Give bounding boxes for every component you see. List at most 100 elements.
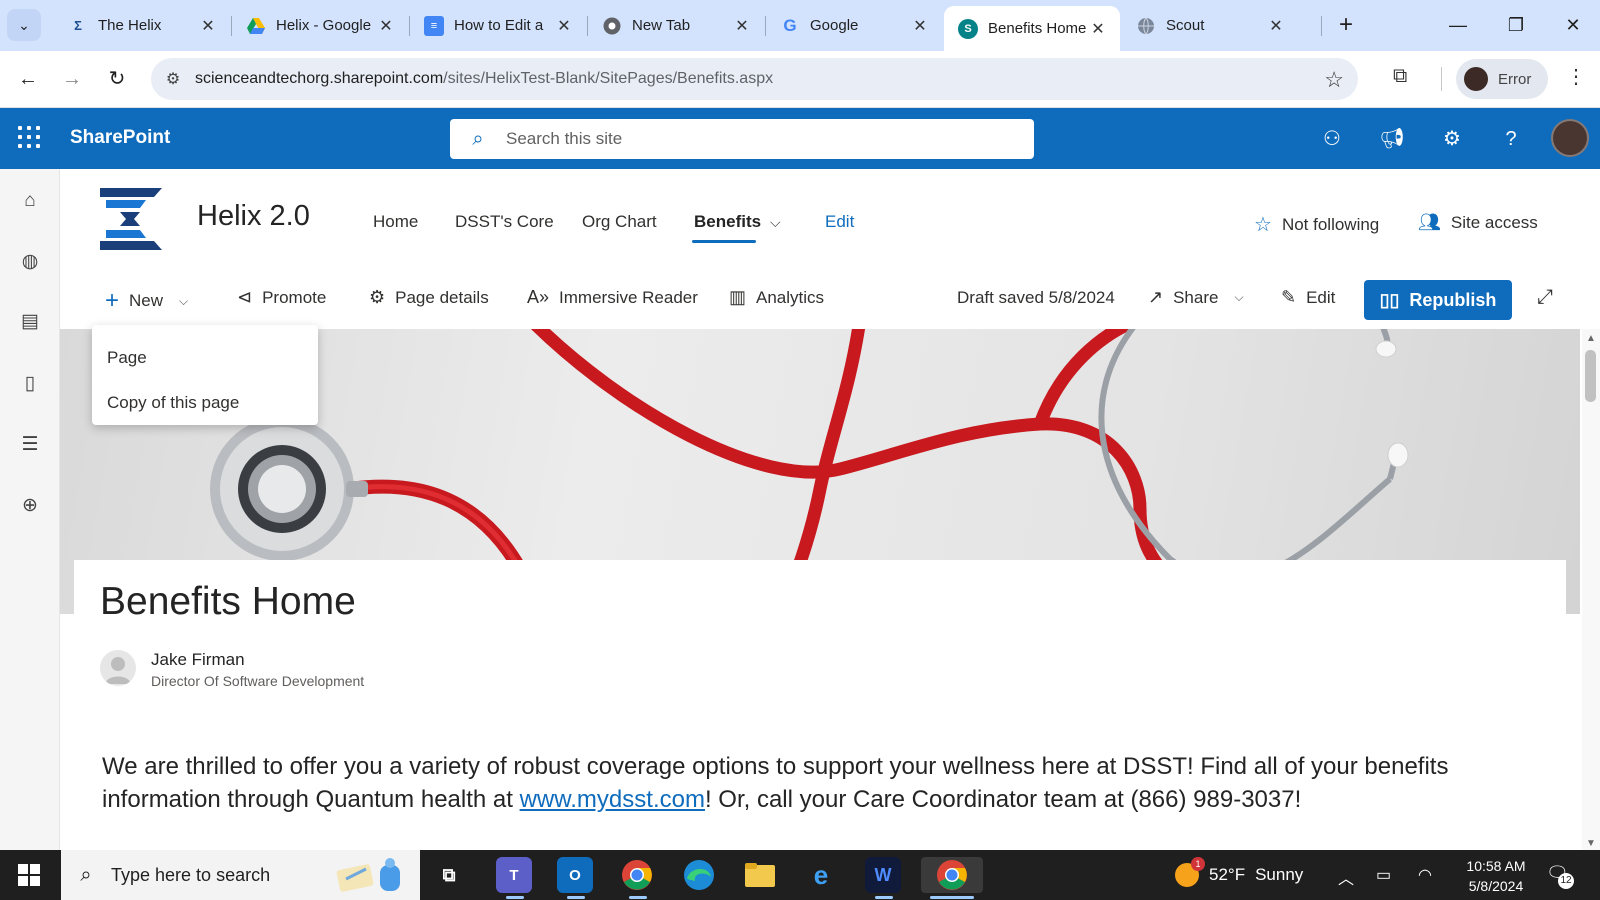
windows-start-icon[interactable] xyxy=(18,864,40,886)
list-icon[interactable]: ☰ xyxy=(17,432,43,458)
chrome-icon[interactable] xyxy=(619,857,655,893)
back-button[interactable]: ← xyxy=(12,63,44,95)
edge-icon[interactable] xyxy=(681,857,717,893)
app-launcher-icon[interactable] xyxy=(18,126,40,148)
edit-page-button[interactable]: ✎ Edit xyxy=(1281,287,1335,308)
battery-icon[interactable]: ▭ xyxy=(1376,865,1391,885)
site-settings-icon[interactable]: ⚙ xyxy=(151,69,195,89)
url-text[interactable]: scienceandtechorg.sharepoint.com/sites/H… xyxy=(195,70,773,88)
notification-icon[interactable]: 🗨︎ 12 xyxy=(1546,863,1574,889)
author-avatar[interactable] xyxy=(100,650,136,686)
nav-edit-link[interactable]: Edit xyxy=(825,212,854,232)
help-icon[interactable]: ? xyxy=(1497,125,1525,153)
helix-logo[interactable] xyxy=(100,188,162,250)
file-explorer-icon[interactable] xyxy=(742,857,778,893)
nav-dsst-core[interactable]: DSST's Core xyxy=(455,212,554,232)
globe-icon[interactable]: ◍ xyxy=(17,249,43,275)
expand-icon[interactable]: ⤢ xyxy=(1537,286,1553,309)
weather-widget[interactable]: 1 52°F Sunny xyxy=(1175,857,1303,887)
taskbar-search-box[interactable]: ⌕ Type here to search xyxy=(61,850,420,900)
profile-button[interactable]: Error xyxy=(1456,59,1548,99)
pencil-icon: ✎ xyxy=(1281,287,1297,307)
page-details-button[interactable]: ⚙ Page details xyxy=(369,287,489,308)
reload-button[interactable]: ↻ xyxy=(101,63,133,95)
immersive-reader-button[interactable]: A» Immersive Reader xyxy=(527,287,698,308)
add-circle-icon[interactable]: ⊕ xyxy=(17,493,43,519)
nav-home[interactable]: Home xyxy=(373,212,418,232)
address-bar[interactable]: ⚙ scienceandtechorg.sharepoint.com/sites… xyxy=(151,58,1358,100)
tab-search-button[interactable]: ⌄ xyxy=(7,9,41,41)
settings-gear-icon[interactable]: ⚙ xyxy=(1438,125,1466,153)
author-role: Director Of Software Development xyxy=(151,673,365,689)
follow-button[interactable]: ☆ Not following xyxy=(1254,212,1379,237)
scrollbar-thumb[interactable] xyxy=(1585,350,1596,402)
webex-icon[interactable]: W xyxy=(865,857,901,893)
chrome-active-window-icon[interactable] xyxy=(921,857,983,893)
author-name[interactable]: Jake Firman xyxy=(151,650,245,670)
scroll-down-arrow-icon[interactable]: ▼ xyxy=(1586,838,1596,849)
restore-button[interactable]: ❐ xyxy=(1488,8,1544,42)
menu-item-page[interactable]: Page xyxy=(92,335,318,380)
minimize-button[interactable]: — xyxy=(1430,8,1486,42)
browser-tab[interactable]: Helix - Google ✕ xyxy=(232,6,408,45)
browser-tab[interactable]: Scout ✕ xyxy=(1122,6,1298,45)
close-tab-icon[interactable]: ✕ xyxy=(376,16,396,36)
site-search-box[interactable]: ⌕ Search this site xyxy=(450,119,1034,159)
internet-explorer-icon[interactable]: e xyxy=(803,857,839,893)
teams-icon[interactable]: T xyxy=(496,857,532,893)
republish-button[interactable]: ▯▯ Republish xyxy=(1364,280,1512,320)
chevron-up-icon[interactable]: ︿ xyxy=(1338,865,1354,889)
taskbar-clock[interactable]: 10:58 AM 5/8/2024 xyxy=(1456,856,1536,896)
extensions-icon[interactable]: ⧉ xyxy=(1393,65,1407,88)
page-scrollbar[interactable] xyxy=(1582,329,1600,850)
task-view-icon[interactable]: ⧉ xyxy=(431,857,467,893)
share-button[interactable]: ↗ Share ⌵ xyxy=(1148,287,1244,308)
arrow-right-icon: → xyxy=(62,68,82,90)
draft-status: Draft saved 5/8/2024 xyxy=(957,288,1115,307)
promote-button[interactable]: ⊲ Promote xyxy=(237,287,326,308)
mydsst-link[interactable]: www.mydsst.com xyxy=(520,786,705,813)
close-tab-icon[interactable]: ✕ xyxy=(1088,19,1108,39)
home-icon[interactable]: ⌂ xyxy=(17,188,43,214)
site-title[interactable]: Helix 2.0 xyxy=(197,200,310,233)
running-indicator xyxy=(567,896,585,899)
wifi-icon[interactable]: ◠ xyxy=(1418,865,1432,885)
outlook-icon[interactable]: O xyxy=(557,857,593,893)
new-button[interactable]: + New ⌵ xyxy=(105,287,188,315)
site-access-button[interactable]: 👥︎ Site access xyxy=(1418,212,1538,233)
sun-icon: 1 xyxy=(1175,857,1205,887)
megaphone-icon[interactable]: 📢︎ xyxy=(1378,125,1406,153)
sharepoint-brand[interactable]: SharePoint xyxy=(70,127,170,149)
browser-tab[interactable]: ≡ How to Edit a ✕ xyxy=(410,6,586,45)
browser-tab-strip: ⌄ Σ The Helix ✕ Helix - Google ✕ ≡ How t… xyxy=(0,0,1600,51)
analytics-button[interactable]: ▥ Analytics xyxy=(729,287,824,308)
document-icon[interactable]: ▯ xyxy=(17,371,43,397)
new-tab-button[interactable]: + xyxy=(1331,10,1361,40)
close-tab-icon[interactable]: ✕ xyxy=(1266,16,1286,36)
close-tab-icon[interactable]: ✕ xyxy=(554,16,574,36)
browser-tab[interactable]: New Tab ✕ xyxy=(588,6,764,45)
running-indicator xyxy=(506,896,524,899)
chevron-down-icon[interactable]: ⌵ xyxy=(770,214,781,231)
book-icon: ▯▯ xyxy=(1379,289,1400,310)
browser-toolbar: ← → ↻ ⚙ scienceandtechorg.sharepoint.com… xyxy=(0,51,1600,108)
close-tab-icon[interactable]: ✕ xyxy=(732,16,752,36)
browser-tab-active[interactable]: S Benefits Home ✕ xyxy=(944,6,1120,51)
close-tab-icon[interactable]: ✕ xyxy=(198,16,218,36)
browser-tab[interactable]: G Google ✕ xyxy=(766,6,942,45)
bookmark-star-icon[interactable]: ☆ xyxy=(1324,67,1344,93)
close-tab-icon[interactable]: ✕ xyxy=(910,16,930,36)
immersive-reader-icon: A» xyxy=(527,287,550,307)
nav-org-chart[interactable]: Org Chart xyxy=(582,212,657,232)
sharepoint-icon: S xyxy=(958,18,978,39)
close-window-button[interactable]: ✕ xyxy=(1545,8,1600,42)
account-avatar[interactable] xyxy=(1551,119,1589,157)
chat-icon[interactable]: ⚇ xyxy=(1318,125,1346,153)
scroll-up-arrow-icon[interactable]: ▲ xyxy=(1586,333,1596,344)
more-menu-icon[interactable]: ⋮ xyxy=(1566,64,1586,89)
forward-button[interactable]: → xyxy=(56,63,88,95)
menu-item-copy-of-page[interactable]: Copy of this page xyxy=(92,380,318,425)
browser-tab[interactable]: Σ The Helix ✕ xyxy=(54,6,230,45)
news-icon[interactable]: ▤ xyxy=(17,309,43,335)
nav-benefits[interactable]: Benefits xyxy=(694,212,761,232)
